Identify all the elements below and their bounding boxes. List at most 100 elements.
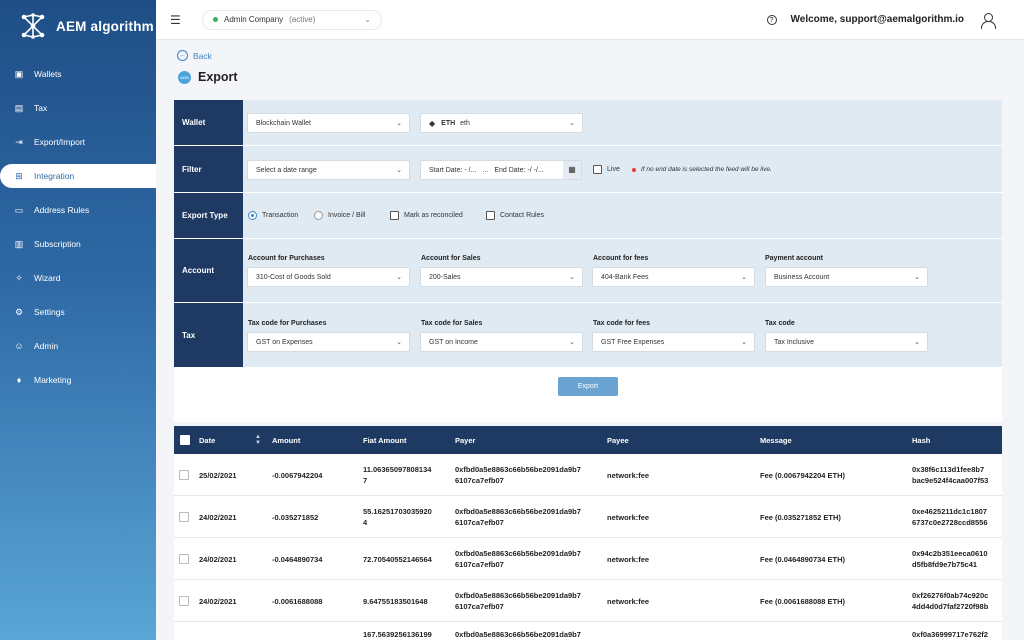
sort-icon[interactable]: ▲ ▼ [255,434,261,446]
start-date-input: Start Date: - /... [429,166,477,174]
live-note-text: If no end date is selected the feed will… [641,166,772,173]
calendar-icon[interactable]: ▦ [563,161,581,179]
sidebar-item-integration[interactable]: ⊞ Integration [0,164,156,188]
sidebar-item-settings[interactable]: ⚙ Settings [0,300,156,324]
cell-amount: -0.0067942204 [272,471,323,480]
sidebar-item-wallets[interactable]: ▣ Wallets [0,62,156,86]
table-row[interactable]: 25/02/2021 -0.0067942204 11.063650978081… [174,454,1002,496]
red-dot-icon [632,167,636,172]
aem-logo-icon [20,13,46,39]
table-row[interactable]: 24/02/2021 -0.035271852 55.1625170303592… [174,496,1002,538]
sidebar-item-label: Settings [34,307,65,317]
date-range-select[interactable]: Select a date range ⌄ [247,160,410,180]
mark-reconciled-checkbox[interactable]: Mark as reconciled [390,211,463,220]
field-label: Account for Sales [421,255,481,262]
export-button[interactable]: Export [558,377,618,396]
sidebar-item-subscription[interactable]: ▥ Subscription [0,232,156,256]
tax-code-select[interactable]: Tax Inclusive ⌄ [765,332,928,352]
row-checkbox[interactable] [179,554,189,564]
cell-payee: network:fee [607,513,650,522]
transactions-table: Date ▲ ▼ Amount Fiat Amount Payer Payee M… [174,426,1002,640]
company-selector[interactable]: Admin Company (active) ⌄ [202,9,382,30]
chevron-down-icon: ⌄ [914,339,920,346]
help-icon[interactable]: ? [766,14,777,25]
sidebar-item-wizard[interactable]: ✧ Wizard [0,266,156,290]
checkbox-icon [390,211,399,220]
radio-transaction[interactable]: Transaction [248,211,298,220]
tax-sales-select[interactable]: GST on Income ⌄ [420,332,583,352]
cell-amount: -0.035271852 [272,513,319,522]
cell-hash: 0xf0a36999717e762f2 [912,630,988,639]
sidebar-item-label: Marketing [34,375,72,385]
user-icon[interactable] [980,12,996,29]
select-value: GST Free Expenses [601,338,665,346]
gear-icon: ⚙ [14,307,24,317]
table-row[interactable]: 167.5639256136199 0xfbd0a5e8863c66b56be2… [174,622,1002,640]
topbar: ☰ Admin Company (active) ⌄ ? Welcome, su… [156,0,1024,40]
date-range-value: Select a date range [256,166,317,174]
contact-rules-checkbox[interactable]: Contact Rules [486,211,544,220]
wallet-icon: ▣ [14,69,24,79]
row-checkbox[interactable] [179,596,189,606]
field-label: Payment account [765,255,823,262]
column-header-payer: Payer [455,436,476,445]
column-header-date[interactable]: Date [199,436,215,445]
sidebar-item-address-rules[interactable]: ▭ Address Rules [0,198,156,222]
radio-label: Transaction [262,212,299,219]
aem-badge-icon: AEM [178,70,191,84]
sidebar-item-marketing[interactable]: ♦ Marketing [0,368,156,392]
account-sales-select[interactable]: 200-Sales ⌄ [420,267,583,287]
cell-message: Fee (0.0464890734 ETH) [760,555,846,564]
radio-invoice-bill[interactable]: Invoice / Bill [314,211,365,220]
sidebar-item-label: Wallets [34,69,62,79]
row-checkbox[interactable] [179,470,189,480]
account-fees-select[interactable]: 404-Bank Fees ⌄ [592,267,755,287]
row-checkbox[interactable] [179,512,189,522]
column-header-message: Message [760,436,792,445]
sidebar-nav: ▣ Wallets ▤ Tax ⇥ Export/Import ⊞ Integratio… [0,62,156,392]
chevron-down-icon: ⌄ [364,15,371,24]
coin-symbol: ETH [441,119,456,127]
cell-payer: 0xfbd0a5e8863c66b56be2091da9b7 6107ca7efb… [455,591,581,611]
brand[interactable]: AEM algorithm [0,0,156,52]
table-row[interactable]: 24/02/2021 -0.0061688088 9.6475518350164… [174,580,1002,622]
radio-selected-icon [248,211,257,220]
chevron-down-icon: ⌄ [396,274,402,281]
cell-payer: 0xfbd0a5e8863c66b56be2091da9b7 6107ca7efb… [455,507,581,527]
live-checkbox[interactable]: Live [593,165,620,174]
select-value: 404-Bank Fees [601,273,649,281]
back-label: Back [193,50,212,61]
table-row[interactable]: 24/02/2021 -0.0464890734 72.705405521465… [174,538,1002,580]
tax-fees-select[interactable]: GST Free Expenses ⌄ [592,332,755,352]
grid-icon: ⊞ [15,171,23,181]
wallet-row: Wallet Blockchain Wallet ⌄ ◆ ETH eth ⌄ [174,100,1002,146]
field-label: Account for Purchases [248,255,325,262]
account-label: Account [174,239,243,302]
column-header-hash: Hash [912,436,931,445]
sidebar-item-tax[interactable]: ▤ Tax [0,96,156,120]
tax-row: Tax Tax code for Purchases GST on Expens… [174,303,1002,368]
select-value: GST on Income [429,338,478,346]
cell-hash: 0x38f6c113d1fee8b7 bac9e524f4caa007f53 [912,465,989,485]
sidebar-item-admin[interactable]: ☺ Admin [0,334,156,358]
coin-name: eth [460,119,470,127]
date-input[interactable]: Start Date: - /... ... End Date: -/ -/..… [420,160,582,180]
wand-icon: ✧ [15,273,23,283]
cell-payee: network:fee [607,555,650,564]
account-purchases-select[interactable]: 310-Cost of Goods Sold ⌄ [247,267,410,287]
tax-purchases-select[interactable]: GST on Expenses ⌄ [247,332,410,352]
back-link[interactable]: ← Back [177,50,212,61]
select-all-checkbox[interactable] [180,435,190,445]
page-title: AEM Export [178,70,238,84]
admin-icon: ☺ [14,341,24,351]
menu-collapse-icon[interactable]: ☰ [170,13,184,27]
chevron-down-icon: ⌄ [741,339,747,346]
tax-label: Tax [174,303,243,367]
wallet-select[interactable]: Blockchain Wallet ⌄ [247,113,410,133]
cell-hash: 0xe4625211dc1c1807 6737c0e2728ccd8556 [912,507,988,527]
checkbox-label: Mark as reconciled [404,212,463,219]
coin-select[interactable]: ◆ ETH eth ⌄ [420,113,583,133]
payment-account-select[interactable]: Business Account ⌄ [765,267,928,287]
chevron-down-icon: ⌄ [396,120,402,127]
sidebar-item-export-import[interactable]: ⇥ Export/Import [0,130,156,154]
